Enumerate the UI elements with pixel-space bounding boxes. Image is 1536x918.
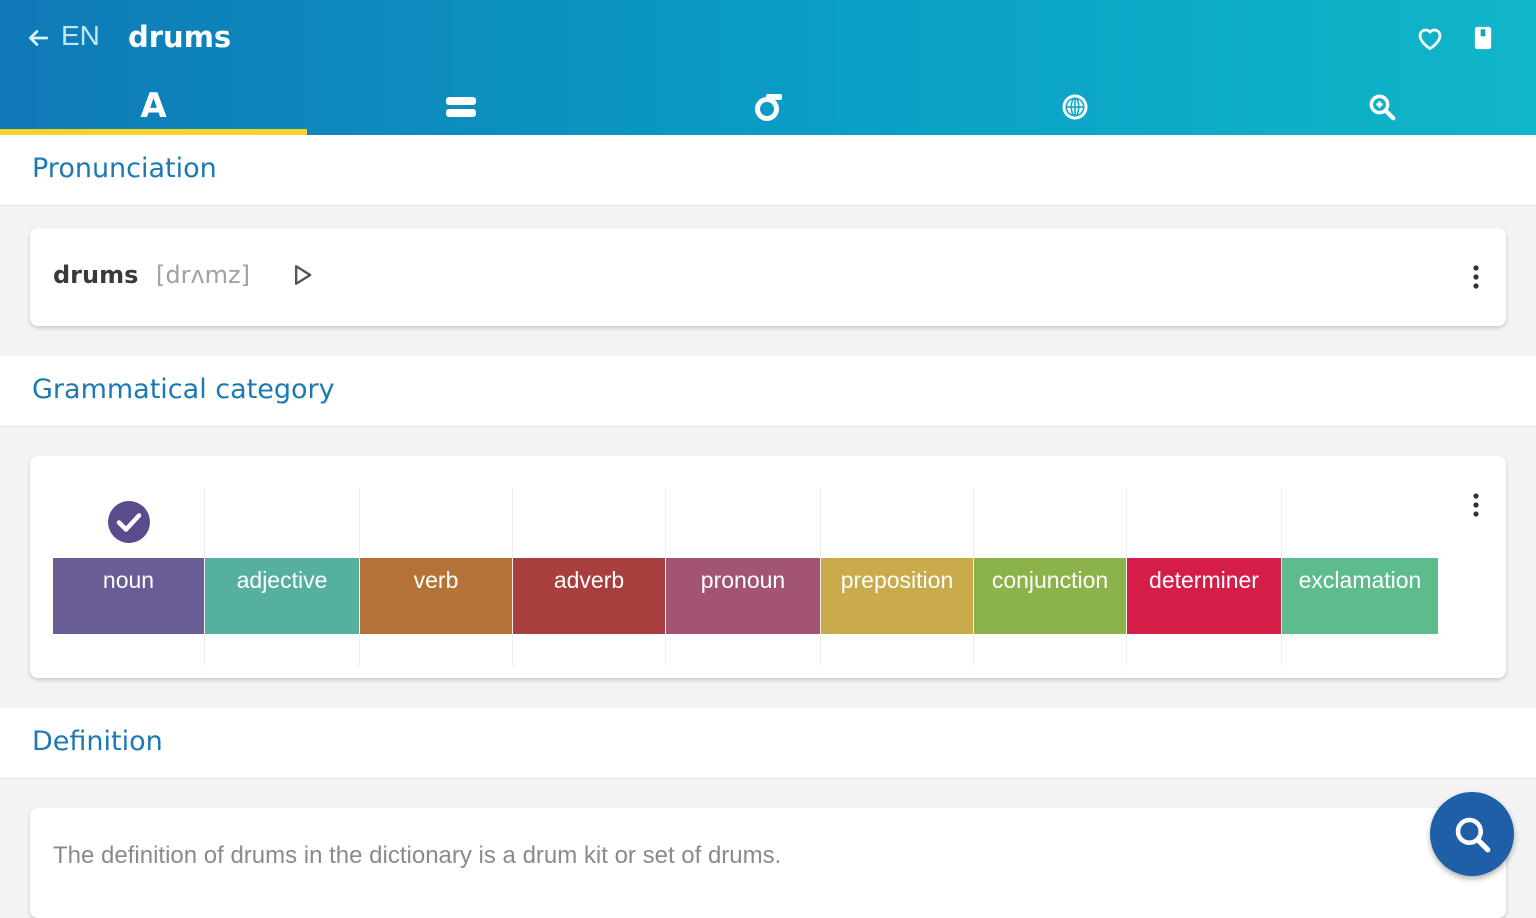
- favorite-button[interactable]: [1414, 22, 1446, 54]
- pronunciation-section-header: Pronunciation: [0, 135, 1536, 206]
- grammar-card: noun adjective verb adverb pronoun prepo…: [30, 456, 1506, 678]
- app-bar: EN drums A: [0, 0, 1536, 135]
- category-label: adverb: [553, 567, 625, 593]
- page-title: drums: [128, 20, 232, 54]
- category-chip: pronoun: [666, 558, 820, 634]
- tab-bar: A: [0, 78, 1536, 135]
- category-label: verb: [413, 567, 459, 593]
- section-title: Grammatical category: [32, 374, 335, 405]
- grammar-section-header: Grammatical category: [0, 356, 1536, 427]
- bookmark-icon: [1474, 26, 1492, 50]
- back-arrow-icon: [29, 30, 49, 46]
- search-icon: [1369, 94, 1396, 120]
- grammar-category-grid: noun adjective verb adverb pronoun prepo…: [53, 488, 1440, 666]
- search-icon: [1455, 817, 1491, 853]
- category-chip: adjective: [205, 558, 359, 634]
- category-label: noun: [102, 567, 155, 593]
- letter-a-icon: A: [140, 85, 167, 126]
- tab-statistics[interactable]: [614, 78, 921, 135]
- tab-synonyms[interactable]: [307, 78, 614, 135]
- category-chip: noun: [53, 558, 204, 634]
- category-chip: determiner: [1127, 558, 1281, 634]
- category-noun[interactable]: noun: [53, 488, 205, 666]
- tab-search[interactable]: [1229, 78, 1536, 135]
- category-label: determiner: [1149, 567, 1259, 593]
- language-code[interactable]: EN: [61, 20, 100, 52]
- category-label: adjective: [236, 567, 328, 593]
- play-audio-button[interactable]: [288, 261, 316, 289]
- category-chip: exclamation: [1282, 558, 1438, 634]
- definition-text: The definition of drums in the dictionar…: [53, 842, 782, 869]
- top-toolbar: EN drums: [0, 0, 1536, 78]
- pronunciation-more-button[interactable]: [1466, 262, 1486, 292]
- bookmark-button[interactable]: [1467, 22, 1499, 54]
- category-label: conjunction: [991, 567, 1109, 593]
- tab-translations[interactable]: [922, 78, 1229, 135]
- category-chip: adverb: [513, 558, 665, 634]
- category-chip: conjunction: [974, 558, 1126, 634]
- category-chip: preposition: [821, 558, 973, 634]
- grammar-more-button[interactable]: [1466, 490, 1486, 520]
- category-determiner[interactable]: determiner: [1127, 488, 1282, 666]
- category-label: exclamation: [1298, 567, 1422, 593]
- play-icon: [295, 265, 312, 285]
- section-title: Definition: [32, 726, 163, 757]
- more-vert-icon: [1473, 265, 1479, 289]
- definition-section-header: Definition: [0, 708, 1536, 779]
- pronunciation-card: drums [drʌmz]: [30, 228, 1506, 326]
- back-button[interactable]: [24, 22, 52, 54]
- category-label: pronoun: [700, 567, 786, 593]
- category-chip: verb: [360, 558, 512, 634]
- category-conjunction[interactable]: conjunction: [974, 488, 1127, 666]
- search-fab[interactable]: [1430, 792, 1514, 876]
- category-exclamation[interactable]: exclamation: [1282, 488, 1438, 666]
- more-vert-icon: [1473, 493, 1479, 517]
- lines-icon: [445, 96, 476, 117]
- heart-icon: [1418, 28, 1442, 50]
- category-pronoun[interactable]: pronoun: [666, 488, 821, 666]
- category-adverb[interactable]: adverb: [513, 488, 666, 666]
- pronunciation-word: drums: [53, 261, 139, 289]
- globe-icon: [1062, 94, 1088, 119]
- sigma-icon: [754, 93, 782, 121]
- category-verb[interactable]: verb: [360, 488, 513, 666]
- tab-definition[interactable]: A: [0, 78, 308, 135]
- definition-card: The definition of drums in the dictionar…: [30, 808, 1506, 918]
- category-preposition[interactable]: preposition: [821, 488, 974, 666]
- check-circle-icon: [108, 501, 150, 543]
- pronunciation-ipa: [drʌmz]: [156, 261, 251, 289]
- category-adjective[interactable]: adjective: [205, 488, 360, 666]
- category-label: preposition: [840, 567, 954, 593]
- section-title: Pronunciation: [32, 153, 217, 184]
